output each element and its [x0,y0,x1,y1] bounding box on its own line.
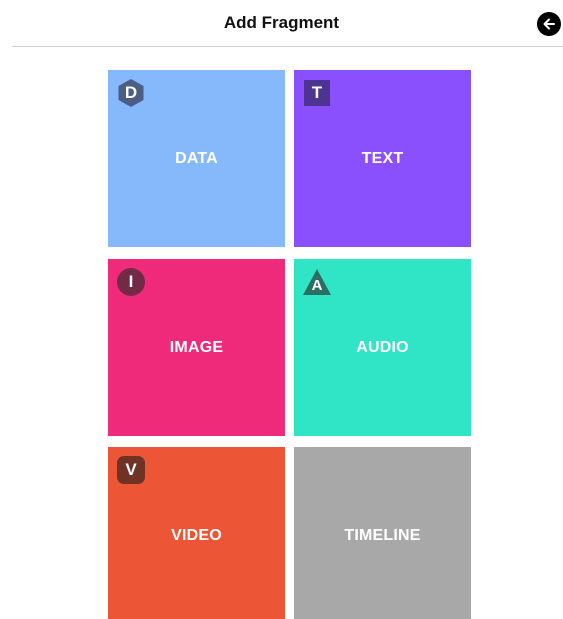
timeline-fragment-tile[interactable]: TIMELINE [294,447,471,619]
video-fragment-tile[interactable]: V VIDEO [108,447,285,619]
timeline-tile-label: TIMELINE [344,527,421,544]
image-badge-letter: I [128,272,134,291]
arrow-left-circle-icon [543,18,555,30]
audio-badge: A [302,267,332,297]
text-fragment-tile[interactable]: T TEXT [294,70,471,247]
data-badge-letter: D [124,83,138,102]
image-badge: I [116,267,146,297]
video-badge: V [116,455,146,485]
audio-fragment-tile[interactable]: A AUDIO [294,259,471,436]
page-title: Add Fragment [223,13,340,32]
header: Add Fragment [0,0,563,47]
back-button[interactable] [537,12,561,36]
audio-tile-label: AUDIO [356,339,409,356]
data-tile-label: DATA [175,150,218,167]
header-divider [12,46,563,47]
image-tile-label: IMAGE [169,339,224,356]
image-fragment-tile[interactable]: I IMAGE [108,259,285,436]
text-tile-label: TEXT [361,150,404,167]
video-badge-letter: V [125,460,137,479]
text-badge: T [302,78,332,108]
text-badge-letter: T [311,83,323,102]
video-tile-label: VIDEO [171,527,222,544]
data-fragment-tile[interactable]: D DATA [108,70,285,247]
data-badge: D [116,78,146,108]
audio-badge-letter: A [311,277,323,294]
